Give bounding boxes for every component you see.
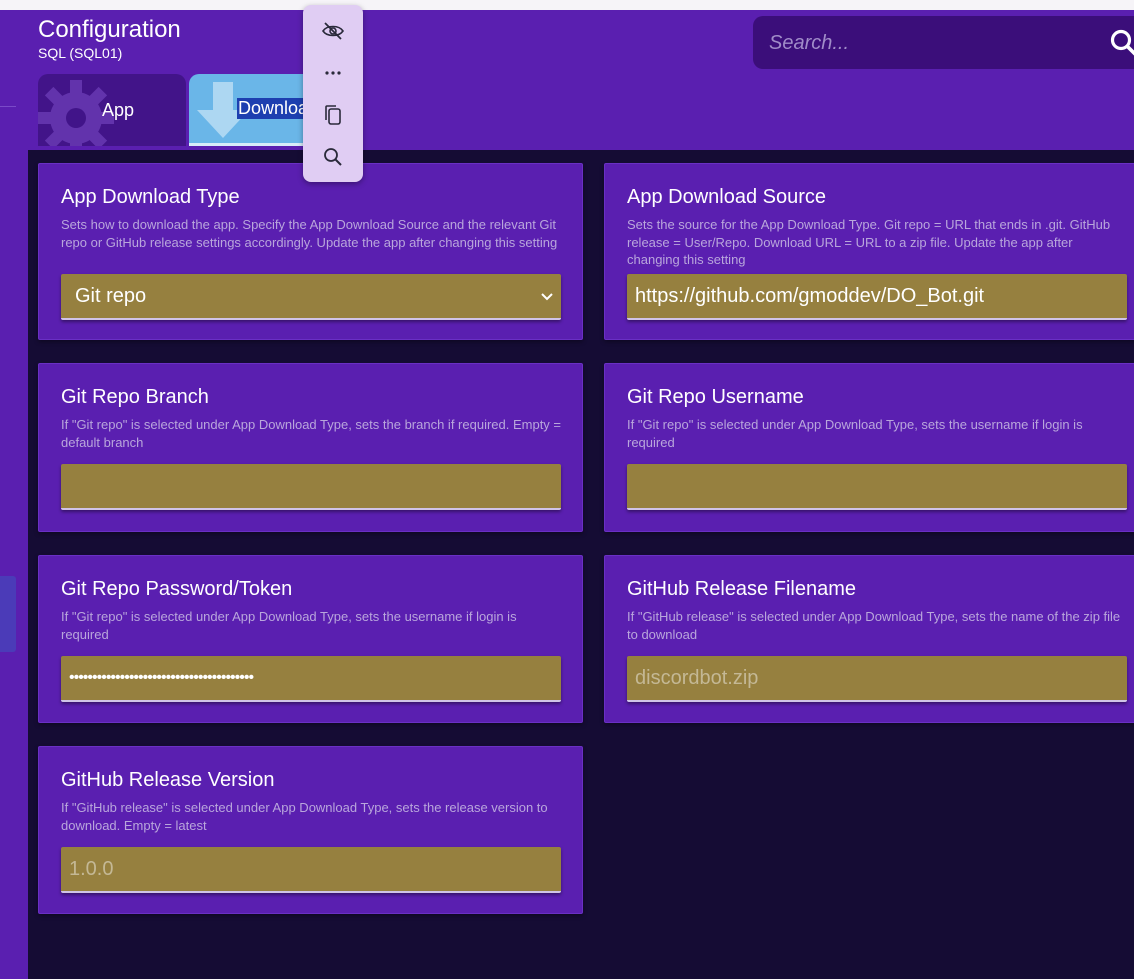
search-icon[interactable] xyxy=(1109,28,1134,58)
side-nav-divider xyxy=(0,106,16,107)
floating-toolbar xyxy=(303,5,363,182)
setting-title: Git Repo Branch xyxy=(61,386,209,408)
setting-card-github-release-version: GitHub Release Version If "GitHub releas… xyxy=(38,746,583,914)
setting-description: If "Git repo" is selected under App Down… xyxy=(61,609,517,642)
browser-top-strip xyxy=(0,0,1134,10)
setting-description: Sets the source for the App Download Typ… xyxy=(627,217,1111,267)
app-download-source-input[interactable] xyxy=(627,274,1127,320)
search-box xyxy=(753,16,1134,69)
setting-card-git-repo-password: Git Repo Password/Token If "Git repo" is… xyxy=(38,555,583,723)
setting-title: GitHub Release Filename xyxy=(627,578,856,600)
setting-card-app-download-source: App Download Source Sets the source for … xyxy=(604,163,1134,340)
setting-card-git-repo-username: Git Repo Username If "Git repo" is selec… xyxy=(604,363,1134,532)
tab-app-label: App xyxy=(102,100,135,120)
setting-description: If "GitHub release" is selected under Ap… xyxy=(61,800,548,833)
setting-title: App Download Source xyxy=(627,186,827,208)
search-icon[interactable] xyxy=(321,145,345,169)
setting-title: GitHub Release Version xyxy=(61,769,275,791)
setting-card-app-download-type: App Download Type Sets how to download t… xyxy=(38,163,583,340)
setting-title: Git Repo Username xyxy=(627,386,804,408)
page-subtitle: SQL (SQL01) xyxy=(38,45,123,61)
git-repo-username-input[interactable] xyxy=(627,464,1127,510)
setting-title: App Download Type xyxy=(61,186,240,208)
setting-description: If "Git repo" is selected under App Down… xyxy=(627,417,1083,450)
setting-description: If "Git repo" is selected under App Down… xyxy=(61,417,562,450)
github-release-version-input[interactable] xyxy=(61,847,561,893)
setting-description: If "GitHub release" is selected under Ap… xyxy=(627,609,1121,642)
side-nav-strip xyxy=(0,10,26,979)
git-repo-branch-input[interactable] xyxy=(61,464,561,510)
tab-app[interactable]: App xyxy=(38,74,186,146)
git-repo-password-input[interactable] xyxy=(61,656,561,702)
setting-description: Sets how to download the app. Specify th… xyxy=(61,217,558,250)
setting-card-git-repo-branch: Git Repo Branch If "Git repo" is selecte… xyxy=(38,363,583,532)
page-title: Configuration xyxy=(38,16,181,43)
more-icon[interactable] xyxy=(321,61,345,85)
side-nav-tab[interactable] xyxy=(0,576,16,652)
eye-off-icon[interactable] xyxy=(321,19,345,43)
github-release-filename-input[interactable] xyxy=(627,656,1127,702)
setting-card-github-release-filename: GitHub Release Filename If "GitHub relea… xyxy=(604,555,1134,723)
search-input[interactable] xyxy=(769,28,1089,58)
app-download-type-select[interactable]: Git repo xyxy=(61,274,561,320)
copy-icon[interactable] xyxy=(321,103,345,127)
setting-title: Git Repo Password/Token xyxy=(61,578,293,600)
